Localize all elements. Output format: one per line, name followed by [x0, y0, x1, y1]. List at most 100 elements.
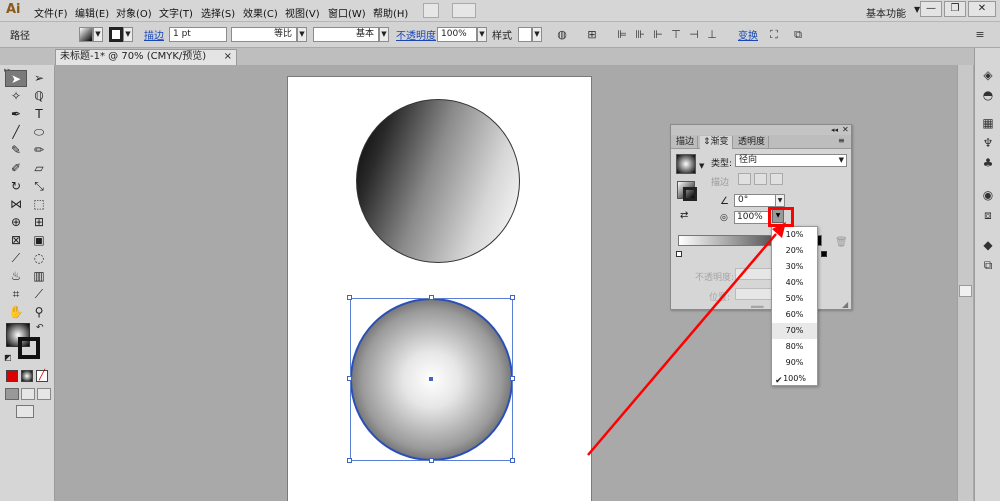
align-middle-icon[interactable]: ⊣: [686, 27, 702, 42]
resize-handle[interactable]: [510, 295, 515, 300]
menu-help[interactable]: 帮助(H): [373, 5, 408, 20]
recolor-icon[interactable]: ◍: [554, 27, 570, 42]
profile-dropdown[interactable]: ▼: [297, 27, 307, 42]
minimize-button[interactable]: —: [920, 1, 942, 17]
resize-handle[interactable]: [347, 376, 352, 381]
draw-inside-icon[interactable]: [37, 388, 51, 400]
resize-handle[interactable]: [510, 376, 515, 381]
line-tool-icon[interactable]: ╱: [5, 124, 27, 141]
isolate-icon[interactable]: ⛶: [766, 27, 782, 42]
symbols-panel-icon[interactable]: ♣: [979, 155, 997, 171]
gradient-stop-black[interactable]: [821, 251, 827, 257]
scale-tool-icon[interactable]: ⤡: [28, 178, 50, 195]
draw-behind-icon[interactable]: [21, 388, 35, 400]
dropdown-option[interactable]: 10%: [772, 227, 817, 243]
appearance-panel-icon[interactable]: ◉: [979, 187, 997, 203]
restore-button[interactable]: ❐: [944, 1, 966, 17]
free-transform-tool-icon[interactable]: ⬚: [28, 196, 50, 213]
opacity-field[interactable]: 100%: [437, 27, 477, 42]
style-dropdown[interactable]: ▼: [532, 27, 542, 42]
eyedropper-tool-icon[interactable]: ⟋: [5, 250, 27, 267]
corner-grip-icon[interactable]: ◢: [842, 300, 848, 309]
menu-select[interactable]: 选择(S): [201, 5, 235, 20]
menu-effect[interactable]: 效果(C): [243, 5, 278, 20]
document-tab[interactable]: 未标题-1* @ 70% (CMYK/预览) ×: [55, 49, 237, 65]
reverse-gradient-icon[interactable]: ⇄: [680, 210, 688, 221]
angle-field[interactable]: 0°: [734, 194, 776, 207]
paintbrush-tool-icon[interactable]: ✎: [5, 142, 27, 159]
column-graph-tool-icon[interactable]: ▥: [28, 268, 50, 285]
zoom-tool-icon[interactable]: ⚲: [28, 304, 50, 321]
blob-brush-tool-icon[interactable]: ✐: [5, 160, 27, 177]
stroke-color-icon[interactable]: [18, 337, 40, 359]
shape-builder-tool-icon[interactable]: ⊕: [5, 214, 27, 231]
slice-tool-icon[interactable]: ⟋: [28, 286, 50, 303]
artboards-panel-icon[interactable]: ⧉: [979, 257, 997, 273]
close-tab-icon[interactable]: ×: [224, 50, 232, 64]
fill-swatch[interactable]: [79, 27, 93, 42]
tab-stroke[interactable]: 描边: [673, 136, 699, 149]
gradient-swatch[interactable]: [676, 154, 696, 174]
dropdown-option-hovered[interactable]: 70%: [772, 323, 817, 339]
stroke-link[interactable]: 描边: [144, 27, 164, 42]
align-right-icon[interactable]: ⊩: [650, 27, 666, 42]
hand-tool-icon[interactable]: ✋: [5, 304, 27, 321]
screen-mode-icon[interactable]: [16, 405, 34, 418]
brush-dropdown[interactable]: ▼: [379, 27, 389, 42]
rotate-tool-icon[interactable]: ↻: [5, 178, 27, 195]
symbol-sprayer-tool-icon[interactable]: ♨: [5, 268, 27, 285]
menu-file[interactable]: 文件(F): [34, 5, 68, 20]
brush-definition[interactable]: 基本: [313, 27, 379, 42]
close-button[interactable]: ✕: [968, 1, 996, 17]
arrange-documents-button[interactable]: [452, 3, 476, 18]
stroke-indicator[interactable]: [683, 187, 697, 201]
gradient-tool-icon[interactable]: ▣: [28, 232, 50, 249]
align-top-icon[interactable]: ⊤: [668, 27, 684, 42]
panel-menu-icon[interactable]: ≡: [972, 27, 988, 42]
selection-tool-icon[interactable]: ➤: [5, 70, 27, 87]
vertical-scrollbar[interactable]: [957, 65, 973, 501]
stop-opacity-field[interactable]: [735, 268, 775, 280]
dropdown-option[interactable]: 30%: [772, 259, 817, 275]
menu-window[interactable]: 窗口(W): [328, 5, 366, 20]
dropdown-option[interactable]: 60%: [772, 307, 817, 323]
tab-gradient[interactable]: ⇕渐变: [700, 136, 733, 149]
dropdown-option[interactable]: 80%: [772, 339, 817, 355]
workspace-switcher[interactable]: 基本功能: [866, 5, 906, 20]
gradient-stop-white[interactable]: [676, 251, 682, 257]
stroke-within-icon[interactable]: [738, 173, 751, 185]
stroke-dropdown[interactable]: ▼: [123, 27, 133, 42]
blend-tool-icon[interactable]: ◌: [28, 250, 50, 267]
dropdown-option[interactable]: 20%: [772, 243, 817, 259]
swap-colors-icon[interactable]: ↶: [36, 323, 44, 333]
align-left-icon[interactable]: ⊫: [614, 27, 630, 42]
menu-type[interactable]: 文字(T): [159, 5, 193, 20]
artboard-tool-icon[interactable]: ⌗: [5, 286, 27, 303]
eraser-tool-icon[interactable]: ▱: [28, 160, 50, 177]
opacity-dropdown[interactable]: ▼: [477, 27, 487, 42]
magic-wand-tool-icon[interactable]: ✧: [5, 88, 27, 105]
tab-transparency[interactable]: 透明度: [735, 136, 770, 149]
transform-link[interactable]: 变换: [738, 27, 758, 42]
align-center-icon[interactable]: ⊪: [632, 27, 648, 42]
stroke-swatch[interactable]: [109, 27, 123, 42]
menu-edit[interactable]: 编辑(E): [75, 5, 109, 20]
pen-tool-icon[interactable]: ✒: [5, 106, 27, 123]
select-similar-icon[interactable]: ⧉: [790, 27, 806, 42]
resize-handle[interactable]: [429, 295, 434, 300]
collapse-icon[interactable]: ◂◂: [831, 125, 838, 135]
resize-grip-icon[interactable]: ═══: [751, 303, 764, 311]
direct-selection-tool-icon[interactable]: ➢: [28, 70, 50, 87]
color-panel-icon[interactable]: ◈: [979, 67, 997, 83]
resize-handle[interactable]: [429, 458, 434, 463]
resize-handle[interactable]: [510, 458, 515, 463]
draw-normal-icon[interactable]: [5, 388, 19, 400]
menu-object[interactable]: 对象(O): [116, 5, 152, 20]
stroke-across-icon[interactable]: [770, 173, 783, 185]
dropdown-option[interactable]: 50%: [772, 291, 817, 307]
brushes-panel-icon[interactable]: ♆: [979, 135, 997, 151]
stroke-weight-field[interactable]: 1 pt: [169, 27, 227, 42]
lasso-tool-icon[interactable]: ℚ: [28, 88, 50, 105]
dropdown-option[interactable]: 40%: [772, 275, 817, 291]
chevron-down-icon[interactable]: ▼: [699, 162, 704, 170]
